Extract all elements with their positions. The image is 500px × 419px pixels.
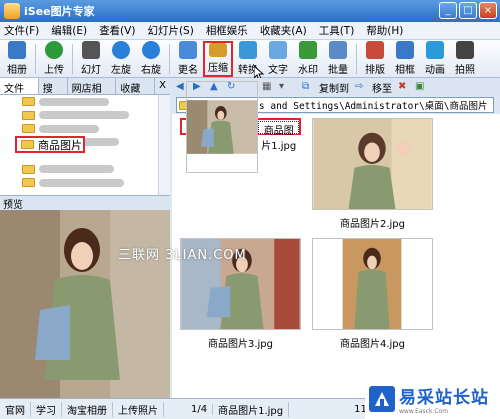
thumbnail-caption: 商品图片3.jpg — [207, 339, 273, 350]
site-logo: 易采站长站 www.Easck.Com — [365, 379, 500, 419]
move-icon[interactable]: ⇨ — [355, 81, 369, 93]
animation-icon — [426, 41, 444, 59]
toolbar-frame-button[interactable]: 相框 — [390, 41, 420, 77]
toolbar-watermark-button[interactable]: 水印 — [293, 41, 323, 77]
close-panel-button[interactable]: X — [155, 78, 170, 94]
copy-icon[interactable]: ⧉ — [302, 81, 316, 93]
folder-icon — [22, 110, 35, 120]
preview-image — [0, 210, 170, 398]
title-bar: iSee图片专家 _ □ × — [0, 0, 500, 22]
thumbnail-image — [312, 238, 433, 330]
thumbnail-item[interactable]: 商品图片1.jpg — [180, 80, 301, 173]
slideshow-icon — [82, 41, 100, 59]
logo-text: 易采站长站 — [399, 388, 489, 408]
menu-edit[interactable]: 编辑(E) — [51, 23, 87, 38]
upload-icon — [45, 41, 63, 59]
menu-help[interactable]: 帮助(H) — [366, 23, 403, 38]
app-icon — [4, 3, 20, 19]
status-upload-photo[interactable]: 上传照片 — [113, 401, 164, 417]
toolbar-rotate-left-button[interactable]: 左旋 — [106, 41, 136, 77]
status-taobao-album[interactable]: 淘宝相册 — [62, 401, 113, 417]
tab-shop-album[interactable]: 网店相册 — [68, 78, 117, 110]
batch-icon — [329, 41, 347, 59]
toolbar-batch-button[interactable]: 批量 — [323, 41, 353, 77]
album-icon — [8, 41, 26, 59]
left-panel-tabs: 文件夹 搜图 网店相册 收藏夹 X — [0, 78, 170, 110]
status-image-count: 1/4 — [186, 403, 214, 415]
menu-bar: 文件(F) 编辑(E) 查看(V) 幻灯片(S) 相框娱乐 收藏夹(A) 工具(… — [0, 22, 500, 40]
menu-tools[interactable]: 工具(T) — [319, 23, 355, 38]
tree-item[interactable] — [0, 122, 169, 136]
toolbar-compress-button[interactable]: 压缩 — [203, 41, 233, 77]
thumbnail-item[interactable]: 商品图片2.jpg — [312, 118, 433, 230]
preview-panel — [0, 210, 170, 398]
folder-icon — [22, 164, 35, 174]
close-button[interactable]: × — [479, 2, 497, 19]
tree-item-selected[interactable]: 商品图片 — [15, 136, 85, 153]
compress-icon — [209, 43, 227, 57]
folder-icon — [21, 140, 34, 149]
minimize-button[interactable]: _ — [439, 2, 457, 19]
logo-mark-icon — [369, 386, 395, 412]
view-thumbnails-icon[interactable]: ▦ — [262, 81, 276, 93]
folder-icon — [22, 97, 35, 107]
thumbnail-caption: 商品图片1.jpg — [258, 121, 299, 152]
menu-file[interactable]: 文件(F) — [4, 23, 39, 38]
rename-icon — [179, 41, 197, 59]
main-toolbar: 相册 上传 幻灯 左旋 右旋 更名 压缩 转换 文字 水印 批量 排版 相框 动… — [0, 40, 500, 78]
layout-icon — [366, 41, 384, 59]
menu-favorites[interactable]: 收藏夹(A) — [260, 23, 307, 38]
menu-view[interactable]: 查看(V) — [99, 23, 135, 38]
thumbnail-image — [312, 118, 433, 210]
tree-item[interactable] — [0, 95, 169, 109]
toolbar-text-button[interactable]: 文字 — [263, 41, 293, 77]
view-options-icon[interactable]: ▾ — [279, 81, 293, 93]
tree-item[interactable] — [0, 163, 169, 177]
frame-icon — [396, 41, 414, 59]
thumbnail-caption: 商品图片2.jpg — [339, 219, 405, 230]
rotate-right-icon — [142, 41, 160, 59]
move-to-button[interactable]: 移至 — [372, 80, 392, 95]
menu-frame-fun[interactable]: 相框娱乐 — [206, 23, 248, 38]
maximize-button[interactable]: □ — [459, 2, 477, 19]
thumbnail-item[interactable]: 商品图片4.jpg — [312, 238, 433, 350]
tree-item[interactable] — [0, 176, 169, 190]
thumbnail-image — [186, 80, 259, 173]
watermark-text: 三联网 3LIAN.COM — [118, 248, 247, 263]
menu-slideshow[interactable]: 幻灯片(S) — [147, 23, 193, 38]
preview-label: 预览 — [3, 199, 23, 211]
delete-icon[interactable]: ✖ — [398, 81, 412, 93]
window-title: iSee图片专家 — [24, 5, 95, 18]
image-icon[interactable]: ▣ — [415, 81, 429, 93]
toolbar-rename-button[interactable]: 更名 — [173, 41, 203, 77]
tree-item[interactable] — [0, 109, 169, 123]
camera-icon — [456, 41, 474, 59]
toolbar-layout-button[interactable]: 排版 — [360, 41, 390, 77]
preview-header: 预览 — [0, 195, 170, 211]
toolbar-rotate-right-button[interactable]: 右旋 — [136, 41, 166, 77]
rotate-left-icon — [112, 41, 130, 59]
toolbar-album-button[interactable]: 相册 — [2, 41, 32, 77]
status-official-site[interactable]: 官网 — [0, 401, 31, 417]
folder-icon — [22, 124, 35, 134]
convert-icon — [239, 41, 257, 59]
toolbar-camera-button[interactable]: 拍照 — [450, 41, 480, 77]
status-learn[interactable]: 学习 — [31, 401, 62, 417]
toolbar-slideshow-button[interactable]: 幻灯 — [76, 41, 106, 77]
text-icon — [269, 41, 287, 59]
thumbnail-caption: 商品图片4.jpg — [339, 339, 405, 350]
toolbar-upload-button[interactable]: 上传 — [39, 41, 69, 77]
folder-icon — [22, 178, 35, 188]
tab-folders[interactable]: 文件夹 — [0, 78, 39, 110]
tab-favorites[interactable]: 收藏夹 — [116, 78, 156, 110]
tree-scrollbar[interactable] — [158, 95, 170, 195]
tab-search[interactable]: 搜图 — [39, 78, 68, 110]
logo-url: www.Easck.Com — [399, 408, 449, 415]
toolbar-animation-button[interactable]: 动画 — [420, 41, 450, 77]
copy-to-button[interactable]: 复制到 — [319, 80, 349, 95]
status-filename: 商品图片1.jpg — [213, 401, 290, 417]
watermark-icon — [299, 41, 317, 59]
